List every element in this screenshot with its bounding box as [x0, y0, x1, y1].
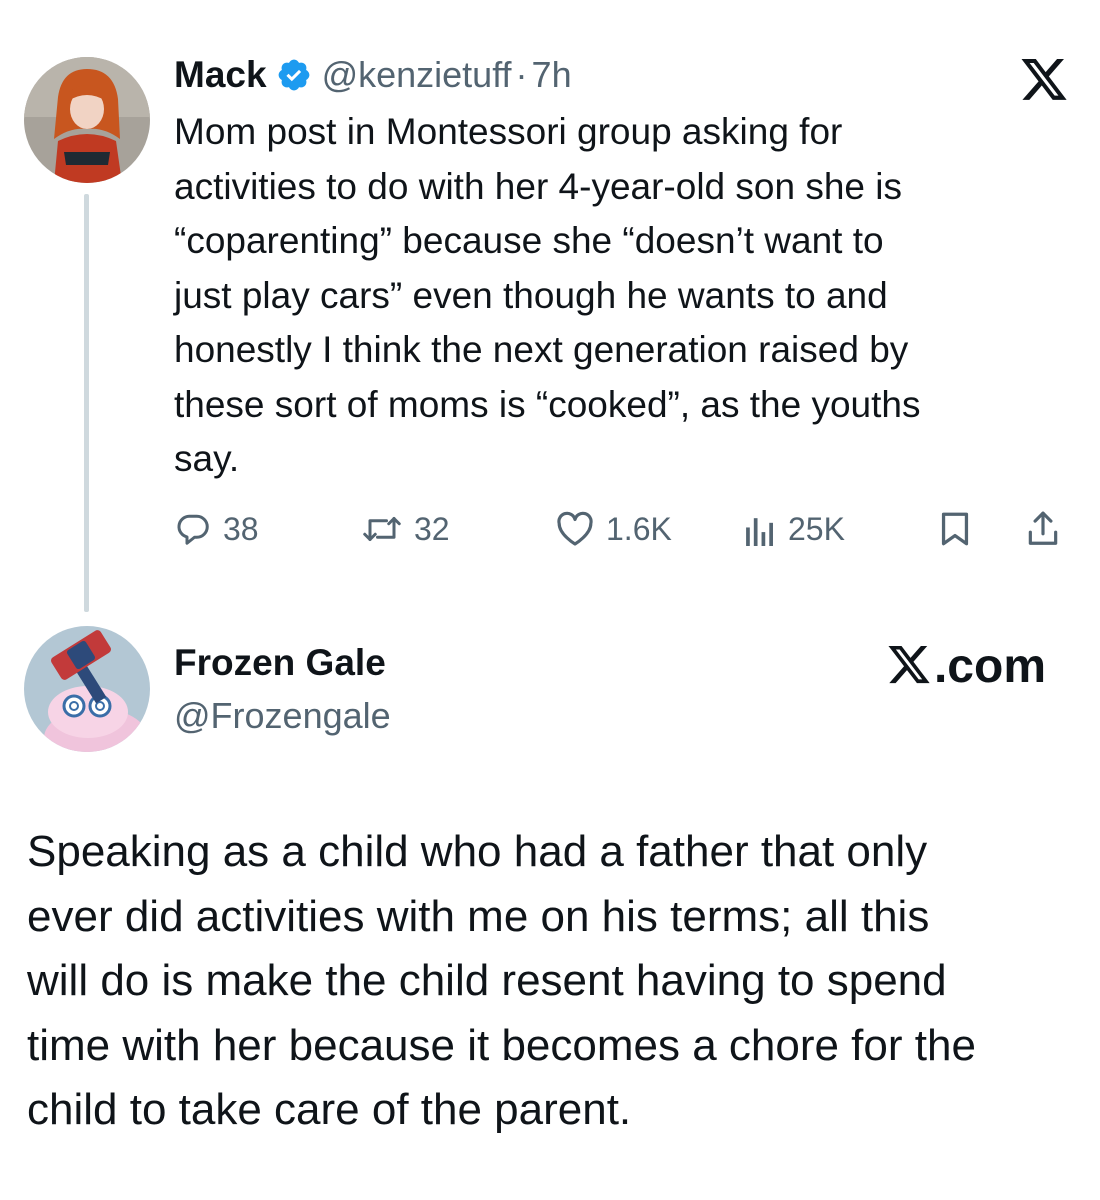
- author-name[interactable]: Mack: [174, 54, 267, 96]
- x-com-suffix: .com: [933, 639, 1046, 693]
- repost-icon: [362, 511, 402, 547]
- reply-button[interactable]: 38: [175, 504, 259, 554]
- repost-count: 32: [414, 510, 450, 547]
- bookmark-button[interactable]: [938, 504, 972, 554]
- like-button[interactable]: 1.6K: [556, 504, 672, 554]
- reply-count: 38: [223, 510, 259, 547]
- tweet-header: Mack @kenzietuff · 7h: [174, 52, 572, 98]
- share-icon: [1026, 510, 1060, 548]
- views-count: 25K: [788, 510, 845, 547]
- like-icon: [556, 511, 594, 547]
- reply-icon: [175, 511, 211, 547]
- author-handle[interactable]: @kenzietuff: [322, 54, 512, 96]
- avatar-mack[interactable]: [24, 57, 150, 183]
- views-button[interactable]: 25K: [744, 504, 845, 554]
- share-button[interactable]: [1026, 504, 1060, 554]
- like-count: 1.6K: [606, 510, 672, 547]
- reply-author-name[interactable]: Frozen Gale: [174, 642, 386, 684]
- bookmark-icon: [938, 511, 972, 547]
- repost-button[interactable]: 32: [362, 504, 450, 554]
- x-com-label: .com: [886, 639, 1046, 693]
- verified-badge-icon: [276, 57, 312, 93]
- x-logo-icon: [1018, 58, 1070, 104]
- tweet-action-bar: 38 32 1.6K 25K: [0, 504, 1100, 554]
- tweet-text: Mom post in Montessori group asking for …: [174, 111, 921, 479]
- reply-author-handle[interactable]: @Frozengale: [174, 695, 391, 737]
- views-icon: [744, 512, 776, 546]
- avatar-frozengale[interactable]: [24, 626, 150, 752]
- separator-dot: ·: [515, 54, 528, 95]
- x-logo-icon: [886, 645, 934, 687]
- reply-tweet-text: Speaking as a child who had a father tha…: [27, 827, 976, 1134]
- timestamp[interactable]: 7h: [532, 54, 572, 96]
